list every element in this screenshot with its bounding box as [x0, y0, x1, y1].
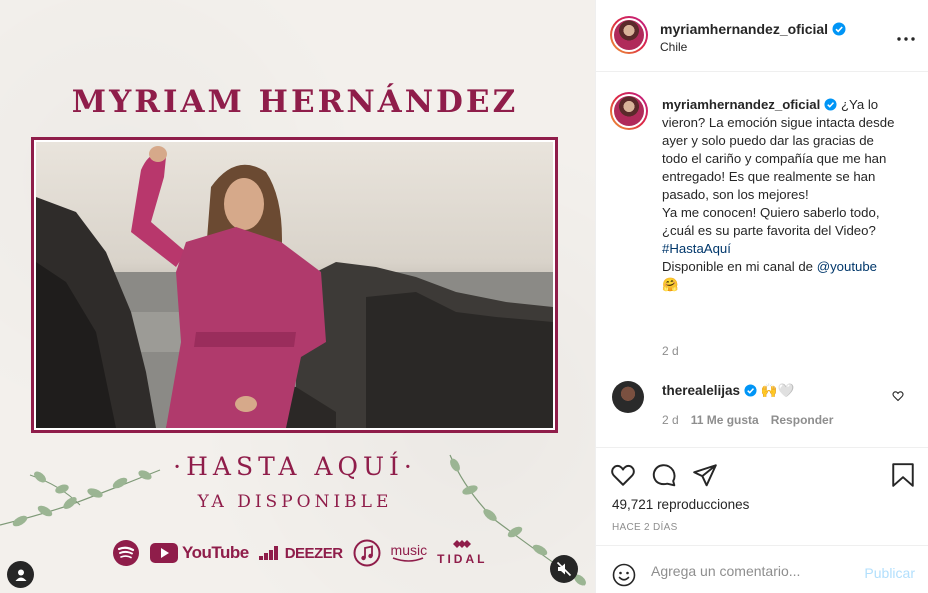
comment-likes-link[interactable]: 11 Me gusta — [691, 413, 759, 427]
caption-text-3: Disponible en mi canal de — [662, 259, 817, 274]
caption-text-1: ¿Ya lo vieron? La emoción sigue intacta … — [662, 97, 895, 202]
music-note-icon — [353, 539, 381, 567]
singer-on-rocks-image — [36, 146, 553, 428]
video-frame[interactable] — [31, 137, 558, 433]
comment-username[interactable]: therealelijas — [662, 383, 740, 398]
vine-decoration-left — [0, 469, 161, 527]
bookmark-icon — [892, 463, 914, 487]
spotify-logo — [112, 539, 140, 567]
tagged-users-button[interactable] — [7, 561, 34, 588]
mute-button[interactable] — [550, 555, 578, 583]
caption-avatar[interactable] — [610, 92, 648, 130]
heart-outline-icon — [892, 391, 904, 402]
location-link[interactable]: Chile — [660, 40, 687, 54]
add-comment-bar: Publicar — [596, 545, 928, 593]
hashtag-link[interactable]: #HastaAquí — [662, 241, 731, 256]
emoji-smile-icon — [612, 563, 636, 587]
views-count[interactable]: 49,721 reproducciones — [612, 497, 749, 512]
comment-text: 🙌🤍 — [760, 383, 795, 398]
actions-divider — [596, 447, 928, 448]
streaming-platforms: YouTube DEEZER music TIDAL — [112, 535, 487, 571]
verified-badge-icon — [744, 384, 757, 397]
share-button[interactable] — [692, 462, 718, 493]
comment-bubble-icon — [652, 464, 676, 487]
comment-meta: 2 d 11 Me gusta Responder — [662, 413, 833, 427]
tidal-logo: TIDAL — [437, 540, 487, 566]
verified-badge-icon — [832, 22, 846, 36]
youtube-logo: YouTube — [150, 543, 249, 563]
amazon-smile-icon — [392, 557, 423, 562]
post-caption: myriamhernandez_oficial ¿Ya lo vieron? L… — [662, 96, 902, 294]
save-button[interactable] — [891, 462, 915, 493]
verified-badge-icon — [824, 98, 837, 111]
post-media[interactable]: MYRIAM HERNÁNDEZ ·HASTA AQUÍ· YA DISPONI… — [0, 0, 595, 593]
reply-button[interactable]: Responder — [771, 413, 834, 427]
comment: therealelijas 🙌🤍 — [662, 382, 794, 400]
caption-emoji: 🤗 — [662, 277, 679, 292]
comment-timestamp[interactable]: 2 d — [662, 413, 679, 427]
more-horizontal-icon — [897, 37, 915, 41]
like-button[interactable] — [610, 462, 636, 493]
speaker-muted-icon — [556, 561, 572, 577]
commenter-avatar[interactable] — [612, 381, 644, 413]
tidal-diamonds-icon — [453, 540, 472, 548]
comment-input[interactable] — [651, 560, 851, 582]
caption-username[interactable]: myriamhernandez_oficial — [662, 97, 820, 112]
amazon-music-logo: music — [391, 543, 427, 563]
post-comment-button[interactable]: Publicar — [864, 565, 915, 581]
deezer-bars-icon — [258, 546, 278, 560]
caption-timestamp[interactable]: 2 d — [662, 344, 679, 358]
paper-plane-icon — [693, 464, 717, 487]
avatar[interactable] — [610, 16, 648, 54]
youtube-play-icon — [150, 543, 178, 563]
heart-outline-icon — [611, 464, 635, 486]
deezer-logo: DEEZER — [258, 545, 343, 562]
post-details-panel: myriamhernandez_oficial Chile myriamhern… — [595, 0, 928, 593]
apple-music-note-logo — [353, 539, 381, 567]
artist-title: MYRIAM HERNÁNDEZ — [71, 84, 519, 120]
video-still — [36, 142, 553, 428]
post-date[interactable]: HACE 2 DÍAS — [612, 522, 678, 533]
mention-link[interactable]: @youtube — [817, 259, 877, 274]
comment-button[interactable] — [651, 462, 677, 493]
more-options-button[interactable] — [897, 26, 915, 44]
header-username[interactable]: myriamhernandez_oficial — [660, 21, 846, 37]
spotify-icon — [113, 540, 139, 566]
emoji-button[interactable] — [612, 563, 636, 592]
caption-text-2: Ya me conocen! Quiero saberlo todo, ¿cuá… — [662, 205, 880, 238]
post-header: myriamhernandez_oficial Chile — [596, 0, 928, 72]
user-icon — [15, 569, 26, 581]
comment-like-button[interactable] — [892, 389, 904, 407]
